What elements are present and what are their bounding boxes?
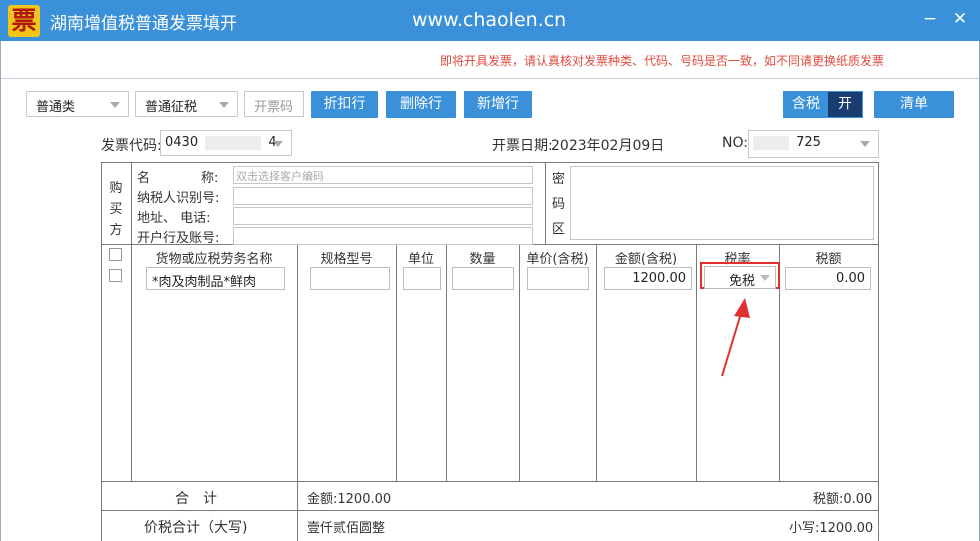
spec-field[interactable]: [310, 267, 390, 290]
levy-type-value: 普通征税: [145, 100, 198, 115]
secret-char: 密: [552, 172, 566, 187]
site-watermark: www.chaolen.cn: [412, 9, 567, 31]
sum-amount: 金额:1200.00: [307, 492, 392, 507]
price-field[interactable]: [527, 267, 589, 290]
buyer-address-input[interactable]: [233, 207, 533, 225]
chevron-down-icon: [860, 141, 870, 147]
delete-row-button[interactable]: 删除行: [386, 91, 456, 118]
tax-inclusive-label: 含税: [784, 92, 828, 117]
title-bar: 票 湖南增值税普通发票填开 www.chaolen.cn − ✕: [0, 0, 980, 41]
invoice-no-suffix: 725: [796, 135, 821, 150]
buyer-char: 方: [109, 223, 123, 238]
grid-line: [596, 244, 597, 481]
invoice-code-label: 发票代码:: [101, 138, 162, 154]
taxid-label: 纳税人识别号:: [137, 191, 220, 206]
grid-line: [519, 244, 520, 481]
header-price: 单价(含税): [526, 252, 589, 267]
amount-field[interactable]: 1200.00: [604, 267, 692, 290]
secret-char: 区: [552, 222, 566, 237]
goods-name-field[interactable]: *肉及肉制品*鲜肉: [146, 267, 285, 290]
tax-rate-value: 免税: [728, 274, 755, 289]
grid-line: [101, 510, 879, 511]
annotation-arrow-icon: [721, 298, 750, 377]
grand-total-upper: 壹仟贰佰圆整: [307, 521, 386, 536]
grid-line: [545, 162, 546, 244]
notice-text: 即将开具发票，请认真核对发票种类、代码、号码是否一致，如不同请更换纸质发票: [440, 54, 885, 68]
buyer-name-input[interactable]: 双击选择客户编码: [233, 166, 533, 184]
invoice-date-label: 开票日期:: [492, 138, 553, 154]
buyer-char: 买: [109, 202, 123, 217]
header-tax: 税额: [815, 252, 842, 267]
chevron-down-icon: [273, 141, 283, 147]
tax-amount-field[interactable]: 0.00: [785, 267, 871, 290]
grand-total-lower: 小写:1200.00: [789, 521, 874, 536]
tax-rate-select[interactable]: 免税: [704, 266, 776, 289]
row-checkbox[interactable]: [109, 269, 122, 282]
invoice-date-value: 2023年02月09日: [551, 138, 665, 154]
list-button[interactable]: 清单: [874, 91, 954, 118]
levy-type-select[interactable]: 普通征税: [135, 91, 238, 117]
secret-char: 码: [552, 197, 566, 212]
minimize-button[interactable]: −: [918, 8, 942, 32]
unit-field[interactable]: [403, 267, 441, 290]
grid-line: [101, 481, 879, 482]
buyer-section-label: 购 买 方: [109, 178, 123, 241]
sum-label: 合 计: [175, 491, 217, 507]
grid-line: [101, 162, 879, 163]
qty-field[interactable]: [452, 267, 514, 290]
invoice-no-select[interactable]: 725: [748, 130, 879, 158]
invoice-code-prefix: 0430: [165, 135, 199, 150]
header-goods-name: 货物或应税劳务名称: [155, 252, 273, 267]
invoice-logo-icon: 票: [8, 5, 40, 37]
bank-label: 开户行及账号:: [137, 231, 220, 246]
grid-line: [446, 244, 447, 481]
grid-line: [878, 162, 879, 541]
invoice-class-value: 普通类: [36, 100, 76, 115]
chevron-down-icon: [110, 102, 120, 108]
grid-line: [696, 244, 697, 481]
grid-line: [297, 244, 298, 541]
buyer-taxid-input[interactable]: [233, 187, 533, 205]
window-title: 湖南增值税普通发票填开: [50, 14, 237, 34]
grid-line: [101, 162, 102, 541]
tax-inclusive-toggle[interactable]: 含税 开: [783, 91, 863, 118]
buyer-bank-input[interactable]: [233, 227, 533, 245]
secret-area-box: [570, 166, 874, 240]
header-spec: 规格型号: [320, 252, 373, 267]
sum-tax: 税额:0.00: [813, 492, 873, 507]
invoice-code-input[interactable]: 开票码: [244, 91, 304, 117]
name-label-a: 名: [137, 171, 151, 186]
grand-total-label: 价税合计（大写): [144, 520, 248, 536]
address-label: 地址、 电话:: [137, 211, 211, 226]
header-qty: 数量: [469, 252, 496, 267]
chevron-down-icon: [219, 102, 229, 108]
discount-row-button[interactable]: 折扣行: [311, 91, 378, 118]
invoice-class-select[interactable]: 普通类: [26, 91, 129, 117]
grid-line: [131, 162, 132, 481]
close-button[interactable]: ✕: [948, 8, 972, 32]
tax-inclusive-state: 开: [828, 92, 862, 117]
chevron-down-icon: [760, 275, 770, 281]
select-all-checkbox[interactable]: [109, 248, 122, 261]
grid-line: [396, 244, 397, 481]
secret-area-label: 密 码 区: [552, 167, 565, 242]
header-unit: 单位: [407, 252, 434, 267]
redacted-block: [753, 135, 789, 150]
invoice-code-select[interactable]: 0430 4: [160, 130, 292, 156]
invoice-no-label: NO:: [722, 135, 748, 151]
buyer-char: 购: [109, 181, 123, 196]
name-label-b: 称:: [201, 171, 219, 186]
redacted-block: [205, 135, 262, 150]
divider: [1, 78, 979, 79]
header-amount: 金额(含税): [614, 252, 678, 267]
add-row-button[interactable]: 新增行: [464, 91, 532, 118]
